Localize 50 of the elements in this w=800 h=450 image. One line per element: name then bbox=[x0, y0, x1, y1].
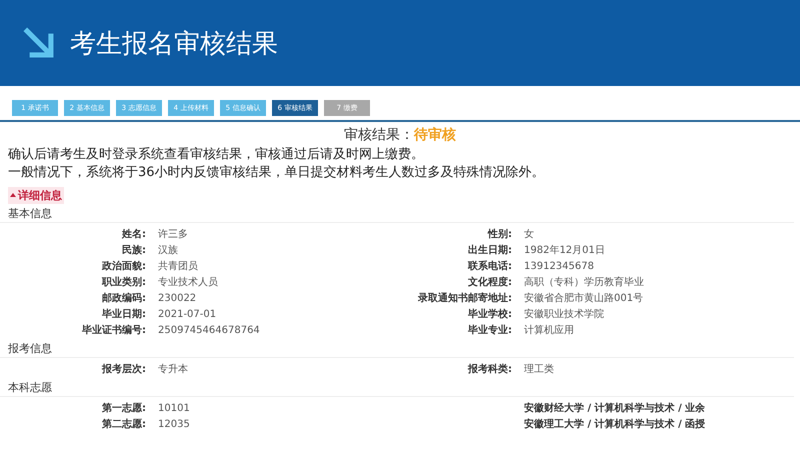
notice-text: 确认后请考生及时登录系统查看审核结果，审核通过后请及时网上缴费。 bbox=[7, 146, 425, 164]
notice-text: 一般情况下，系统将于36小时内反馈审核结果，单日提交材料考生人数过多及特殊情况除外。 bbox=[7, 164, 546, 182]
result-status: 待审核 bbox=[414, 127, 456, 143]
field-label: 联系电话: bbox=[466, 260, 513, 274]
field-label: 姓名: bbox=[120, 228, 147, 242]
field-value: 专升本 bbox=[158, 362, 189, 376]
field-label: 报考层次: bbox=[100, 362, 147, 376]
section-title: 报考信息 bbox=[0, 340, 794, 358]
result-label: 审核结果： bbox=[344, 127, 414, 143]
arrow-icon bbox=[22, 26, 56, 60]
field-label: 毕业日期: bbox=[101, 308, 147, 322]
field-value: 专业技术人员 bbox=[158, 276, 219, 290]
field-value: 许三多 bbox=[158, 228, 189, 242]
field-label: 文化程度: bbox=[467, 275, 513, 290]
field-value: 230022 bbox=[158, 292, 198, 306]
field-value: 高职（专科）学历教育毕业 bbox=[524, 276, 645, 290]
field-label: 毕业学校: bbox=[467, 308, 513, 322]
field-value: 13912345678 bbox=[524, 260, 595, 274]
field-label: 第一志愿: bbox=[101, 402, 147, 416]
field-value: 2021-07-01 bbox=[158, 308, 218, 322]
section-title: 基本信息 bbox=[0, 206, 794, 222]
field-value: 计算机应用 bbox=[524, 324, 575, 338]
field-label: 录取通知书邮寄地址: bbox=[417, 291, 513, 306]
field-label: 性别: bbox=[486, 228, 513, 242]
field-value: 2509745464678764 bbox=[158, 324, 261, 338]
field-value: 共青团员 bbox=[158, 260, 199, 274]
field-value: 1982年12月01日 bbox=[524, 244, 606, 258]
field-value: 女 bbox=[524, 228, 535, 242]
field-label: 邮政编码: bbox=[101, 292, 147, 306]
field-label: 出生日期: bbox=[467, 244, 513, 258]
field-label: 第二志愿: bbox=[101, 418, 147, 432]
field-label: 职业类别: bbox=[100, 276, 147, 290]
toggle-label: 详细信息 bbox=[18, 188, 62, 202]
field-label: 政治面貌: bbox=[100, 260, 147, 274]
caret-icon bbox=[10, 193, 16, 197]
field-value: 安徽省合肥市黄山路001号 bbox=[524, 292, 644, 306]
page-title: 考生报名审核结果 bbox=[70, 28, 278, 60]
field-value: 理工类 bbox=[524, 362, 555, 376]
program-text: 安徽理工大学 / 计算机科学与技术 / 函授 bbox=[524, 417, 706, 432]
details-toggle[interactable]: 详细信息 bbox=[8, 186, 64, 204]
field-label: 毕业专业: bbox=[467, 324, 513, 338]
field-label: 毕业证书编号: bbox=[81, 324, 147, 338]
section-title: 本科志愿 bbox=[0, 380, 794, 396]
program-text: 安徽财经大学 / 计算机科学与技术 / 业余 bbox=[524, 401, 706, 416]
field-label: 民族: bbox=[121, 244, 147, 258]
field-value: 12035 bbox=[158, 418, 191, 432]
field-value: 安徽职业技术学院 bbox=[524, 308, 605, 322]
field-label: 报考科类: bbox=[466, 362, 513, 376]
field-value: 汉族 bbox=[158, 244, 179, 258]
field-value: 10101 bbox=[158, 402, 191, 416]
